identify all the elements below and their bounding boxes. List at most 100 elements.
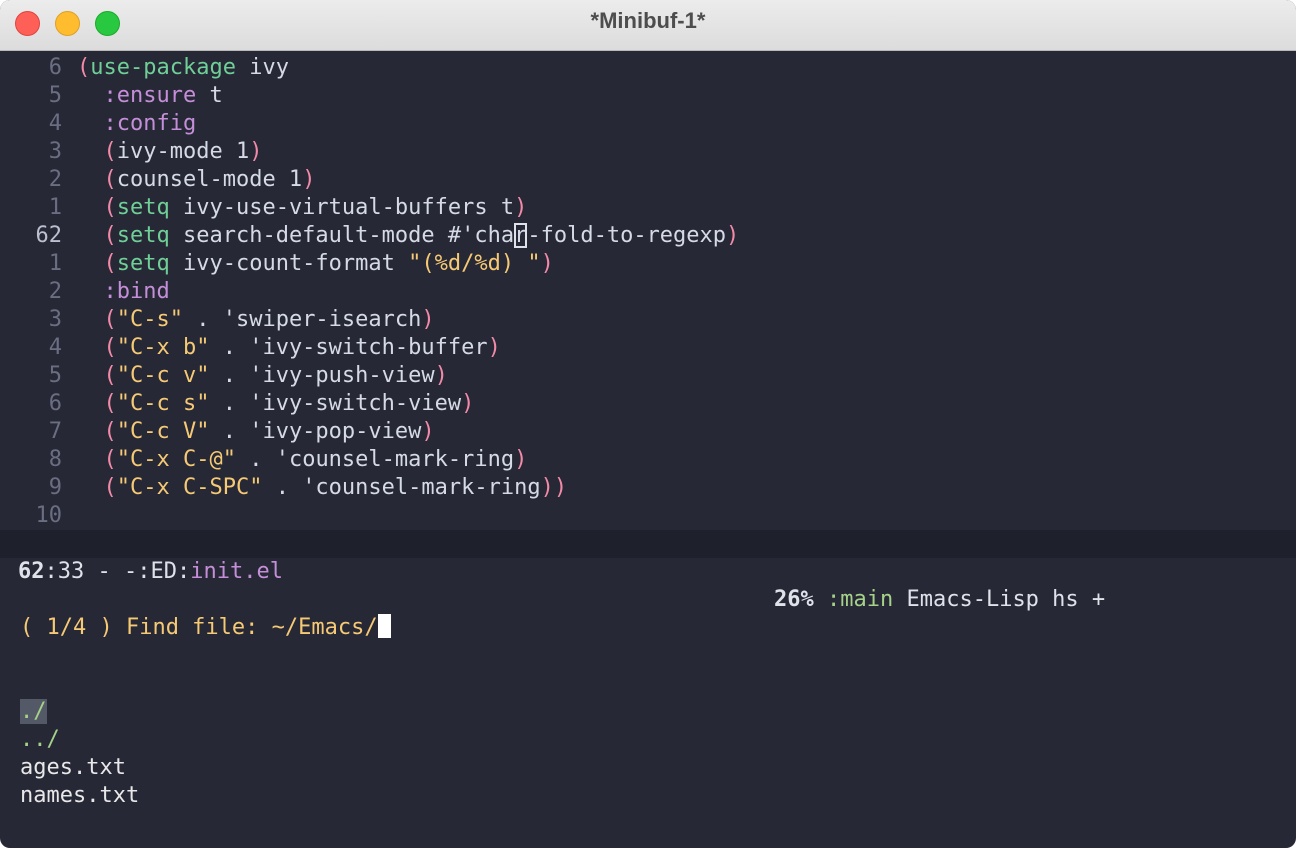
text-token: -fold-to-regexp [527, 223, 726, 248]
text-token: counsel-mode 1 [117, 167, 302, 192]
string-token: "(%d/%d) " [408, 251, 540, 276]
line-number: 9 [0, 474, 62, 502]
text-token [77, 83, 104, 108]
paren-token: ( [104, 167, 117, 192]
text-token [77, 391, 104, 416]
text-token: ivy-use-virtual-buffers t [170, 195, 514, 220]
emacs-window: *Minibuf-1* 6(use-package ivy5 :ensure t… [0, 0, 1296, 848]
paren-token: ) [461, 391, 474, 416]
text-token: . 'ivy-pop-view [209, 419, 421, 444]
paren-token: ) [514, 447, 527, 472]
window-title: *Minibuf-1* [0, 0, 1296, 50]
code-line[interactable]: 9 ("C-x C-SPC" . 'counsel-mark-ring)) [0, 474, 1296, 502]
text-token [77, 279, 104, 304]
line-number: 3 [0, 138, 62, 166]
paren-token: ( [104, 335, 117, 360]
string-token: "C-x C-SPC" [117, 475, 263, 500]
completion-candidate[interactable]: ages.txt [20, 754, 1280, 782]
code-line[interactable]: 6(use-package ivy [0, 54, 1296, 82]
code-text: (setq search-default-mode #'char-fold-to… [77, 222, 739, 250]
paren-token: ) [435, 363, 448, 388]
keyword-arg-token: :config [104, 111, 197, 136]
text-token: t [196, 83, 223, 108]
paren-token: ( [104, 475, 117, 500]
code-line[interactable]: 10 [0, 502, 1296, 530]
string-token: "C-x b" [117, 335, 210, 360]
line-number: 8 [0, 446, 62, 474]
line-number: 62 [0, 222, 62, 250]
text-token [77, 335, 104, 360]
paren-token: )) [541, 475, 568, 500]
keyword-arg-token: :ensure [104, 83, 197, 108]
code-line[interactable]: 6 ("C-c s" . 'ivy-switch-view) [0, 390, 1296, 418]
code-text: ("C-x C-SPC" . 'counsel-mark-ring)) [77, 474, 567, 502]
line-number: 1 [0, 250, 62, 278]
code-line[interactable]: 1 (setq ivy-use-virtual-buffers t) [0, 194, 1296, 222]
text-token [77, 223, 104, 248]
line-number: 6 [0, 390, 62, 418]
code-text: ("C-c s" . 'ivy-switch-view) [77, 390, 474, 418]
code-line[interactable]: 4 ("C-x b" . 'ivy-switch-buffer) [0, 334, 1296, 362]
code-line[interactable]: 8 ("C-x C-@" . 'counsel-mark-ring) [0, 446, 1296, 474]
code-line[interactable]: 4 :config [0, 110, 1296, 138]
code-line[interactable]: 2 (counsel-mode 1) [0, 166, 1296, 194]
code-line[interactable]: 5 ("C-c v" . 'ivy-push-view) [0, 362, 1296, 390]
find-file-prompt-line[interactable]: ( 1/4 ) Find file: ~/Emacs/ [20, 614, 1280, 642]
point-cursor: r [514, 223, 527, 248]
code-line[interactable]: 3 (ivy-mode 1) [0, 138, 1296, 166]
code-editor[interactable]: 6(use-package ivy5 :ensure t4 :config3 (… [0, 54, 1296, 530]
text-token: . 'ivy-switch-buffer [209, 335, 487, 360]
paren-token: ( [104, 223, 117, 248]
text-token: . 'ivy-push-view [209, 363, 434, 388]
candidate-label: ./ [20, 699, 47, 724]
text-token [77, 475, 104, 500]
text-token: . 'counsel-mark-ring [262, 475, 540, 500]
line-number: 3 [0, 306, 62, 334]
text-token [77, 167, 104, 192]
keyword-token: setq [117, 251, 170, 276]
paren-token: ) [514, 195, 527, 220]
line-number: 2 [0, 278, 62, 306]
keyword-token: use-package [90, 55, 236, 80]
text-token [77, 251, 104, 276]
paren-token: ) [249, 139, 262, 164]
code-line[interactable]: 7 ("C-c V" . 'ivy-pop-view) [0, 418, 1296, 446]
line-number: 4 [0, 110, 62, 138]
text-token [77, 307, 104, 332]
code-line[interactable]: 3 ("C-s" . 'swiper-isearch) [0, 306, 1296, 334]
keyword-token: setq [117, 195, 170, 220]
text-token [77, 447, 104, 472]
completion-candidate[interactable]: ../ [20, 726, 1280, 754]
string-token: "C-c V" [117, 419, 210, 444]
completion-candidate[interactable]: names.txt [20, 782, 1280, 810]
candidate-label: ../ [20, 727, 60, 752]
paren-token: ) [302, 167, 315, 192]
minibuffer[interactable]: ( 1/4 ) Find file: ~/Emacs/ ./ ../ages.tx… [20, 558, 1280, 848]
code-text: (use-package ivy [77, 54, 289, 82]
code-text: ("C-x b" . 'ivy-switch-buffer) [77, 334, 501, 362]
paren-token: ( [104, 195, 117, 220]
candidate-label: names.txt [20, 783, 139, 808]
text-token: search-default-mode #'cha [170, 223, 514, 248]
completion-candidate[interactable]: ./ [20, 698, 1280, 726]
code-line[interactable]: 1 (setq ivy-count-format "(%d/%d) ") [0, 250, 1296, 278]
text-token: ivy-mode 1 [117, 139, 249, 164]
text-token: . 'ivy-switch-view [209, 391, 461, 416]
paren-token: ) [421, 419, 434, 444]
code-text: :bind [77, 278, 170, 306]
code-line[interactable]: 2 :bind [0, 278, 1296, 306]
string-token: "C-c s" [117, 391, 210, 416]
line-number: 10 [0, 502, 62, 530]
code-line[interactable]: 62 (setq search-default-mode #'char-fold… [0, 222, 1296, 250]
code-line[interactable]: 5 :ensure t [0, 82, 1296, 110]
line-number: 5 [0, 82, 62, 110]
code-text: (setq ivy-use-virtual-buffers t) [77, 194, 527, 222]
line-number: 4 [0, 334, 62, 362]
paren-token: ) [421, 307, 434, 332]
line-number: 7 [0, 418, 62, 446]
paren-token: ( [104, 307, 117, 332]
code-text: (setq ivy-count-format "(%d/%d) ") [77, 250, 554, 278]
paren-token: ( [104, 419, 117, 444]
paren-token: ( [77, 55, 90, 80]
paren-token: ) [541, 251, 554, 276]
